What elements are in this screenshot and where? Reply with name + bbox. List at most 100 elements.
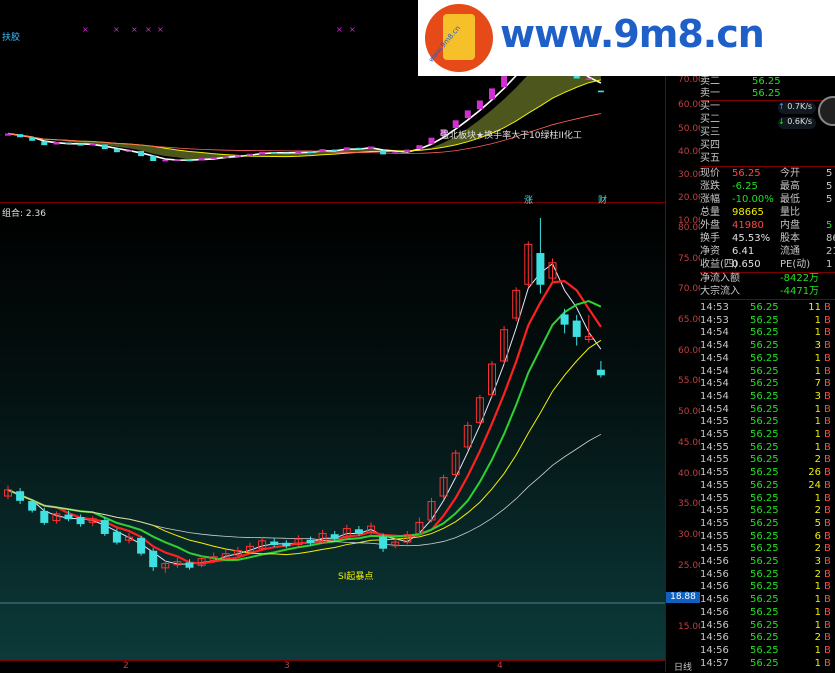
site-logo-icon [425,4,493,72]
stat-value: 21 [826,246,835,257]
indicator-bar [234,155,241,157]
indicator-bar [343,147,350,151]
trade-time: 14:56 [700,568,729,580]
trade-price: 56.25 [750,302,779,313]
indicator-bar [5,133,11,136]
trade-price: 56.25 [750,619,779,631]
signal-cross-marker: × [131,25,138,34]
stat-label: 内盘 [780,220,800,231]
trade-time: 14:55 [700,517,729,529]
candle-body [64,514,73,520]
main-kline-panel[interactable]: 组合: 2.36 SI起暴点 涨 财 [0,196,665,660]
trade-time: 14:55 [700,467,729,479]
indicator-bar [597,90,604,93]
stat-label: 涨幅 [700,194,720,205]
trade-flag: B [824,619,831,631]
trade-time: 14:54 [700,403,729,415]
ask-label: 卖一 [700,88,720,99]
trade-flag: B [824,568,831,580]
stat-value: 98665 [732,207,764,218]
candle-body [572,320,581,337]
trade-qty: 1 [814,657,821,669]
trade-flag: B [824,352,831,364]
trade-time: 14:56 [700,594,729,606]
trade-flag: B [824,314,831,326]
stat-value: -6.25 [732,181,758,192]
candle-body [16,491,25,501]
trade-time: 14:53 [700,314,729,326]
watermark-site: www.9m8.cn [500,12,765,56]
trade-price: 56.25 [750,467,779,479]
candle-body [28,501,37,511]
stats-row: 净资 6.41 流通 21 [700,246,835,258]
trade-time: 14:55 [700,441,729,453]
bid-row-3: 买三 [700,127,835,139]
trade-flag: B [824,556,831,567]
trade-flag: B [824,340,831,352]
signal-cross-marker: × [145,25,152,34]
indicator-bar [53,142,60,145]
trade-qty: 2 [814,505,821,517]
candle-body [270,541,279,546]
indicator-bar [259,151,266,155]
stat-label: 外盘 [700,220,720,231]
stat-value: 5 [826,168,833,179]
stat-value: 6.41 [732,246,755,257]
indicator-bar [428,137,435,145]
stat-label: 现价 [700,168,720,179]
trade-time: 14:55 [700,530,729,542]
trade-flag: B [824,467,831,479]
indicator-bar [138,150,145,157]
stat-value: 41980 [732,220,764,231]
trade-price: 56.25 [750,530,779,542]
indicator-bar [113,148,120,153]
trade-time: 14:56 [700,581,729,593]
indicator-bar [368,146,374,149]
stats-row: 外盘 41980 内盘 5 [700,220,835,232]
trade-qty: 3 [814,390,821,402]
arrow-down-icon: ↓ [778,117,785,126]
trade-price: 56.25 [750,365,779,377]
trade-price: 56.25 [750,314,779,326]
trade-flag: B [824,416,831,428]
trade-price: 56.25 [750,517,779,529]
trade-qty: 11 [808,302,821,313]
period-label[interactable]: 日线 [674,660,692,673]
trade-row: 14:55 56.25 26 B [700,467,835,479]
marker-cai: 财 [598,196,608,206]
ask-value: 56.25 [752,88,781,99]
candle-body [112,531,121,543]
divider [700,299,835,300]
trade-qty: 24 [808,479,821,491]
candle-body [536,253,545,285]
bid-row-5: 买五 [700,153,835,165]
trade-price: 56.25 [750,632,779,644]
trade-flag: B [824,492,831,504]
trade-time: 14:55 [700,543,729,555]
trade-row: 14:56 56.25 1 B [700,620,835,632]
indicator-bar [331,149,338,152]
bigdeal-value: -4471万 [780,286,820,297]
indicator-bar [17,134,24,138]
stat-label: 涨跌 [700,181,720,192]
trade-row: 14:57 56.25 1 B [700,658,835,670]
indicator-label: 扶胶 [2,33,21,43]
trade-price: 56.25 [750,568,779,580]
trade-flag: B [824,365,831,377]
trade-qty: 1 [814,365,821,377]
trade-time: 14:54 [700,340,729,352]
kline-chart-area[interactable]: × × × × × × × 扶胶 强北板块★换手率大于10绿柱II化工 组合: 2.36 S… [0,0,665,672]
bid-label: 买四 [700,140,720,151]
speed-value: 0.6K/s [787,117,813,126]
stat-label: 今开 [780,168,800,179]
trade-flag: B [824,644,831,656]
signal-cross-marker: × [82,25,89,34]
indicator-bar [392,152,399,154]
candle-body [185,562,194,568]
bid-label: 买三 [700,127,720,138]
stat-value: 45.53% [732,233,771,244]
trade-flag: B [824,517,831,529]
trade-time: 14:56 [700,632,729,644]
sector-annotation: 强北板块★换手率大于10绿柱II化工 [440,131,582,141]
trade-qty: 6 [814,530,821,542]
